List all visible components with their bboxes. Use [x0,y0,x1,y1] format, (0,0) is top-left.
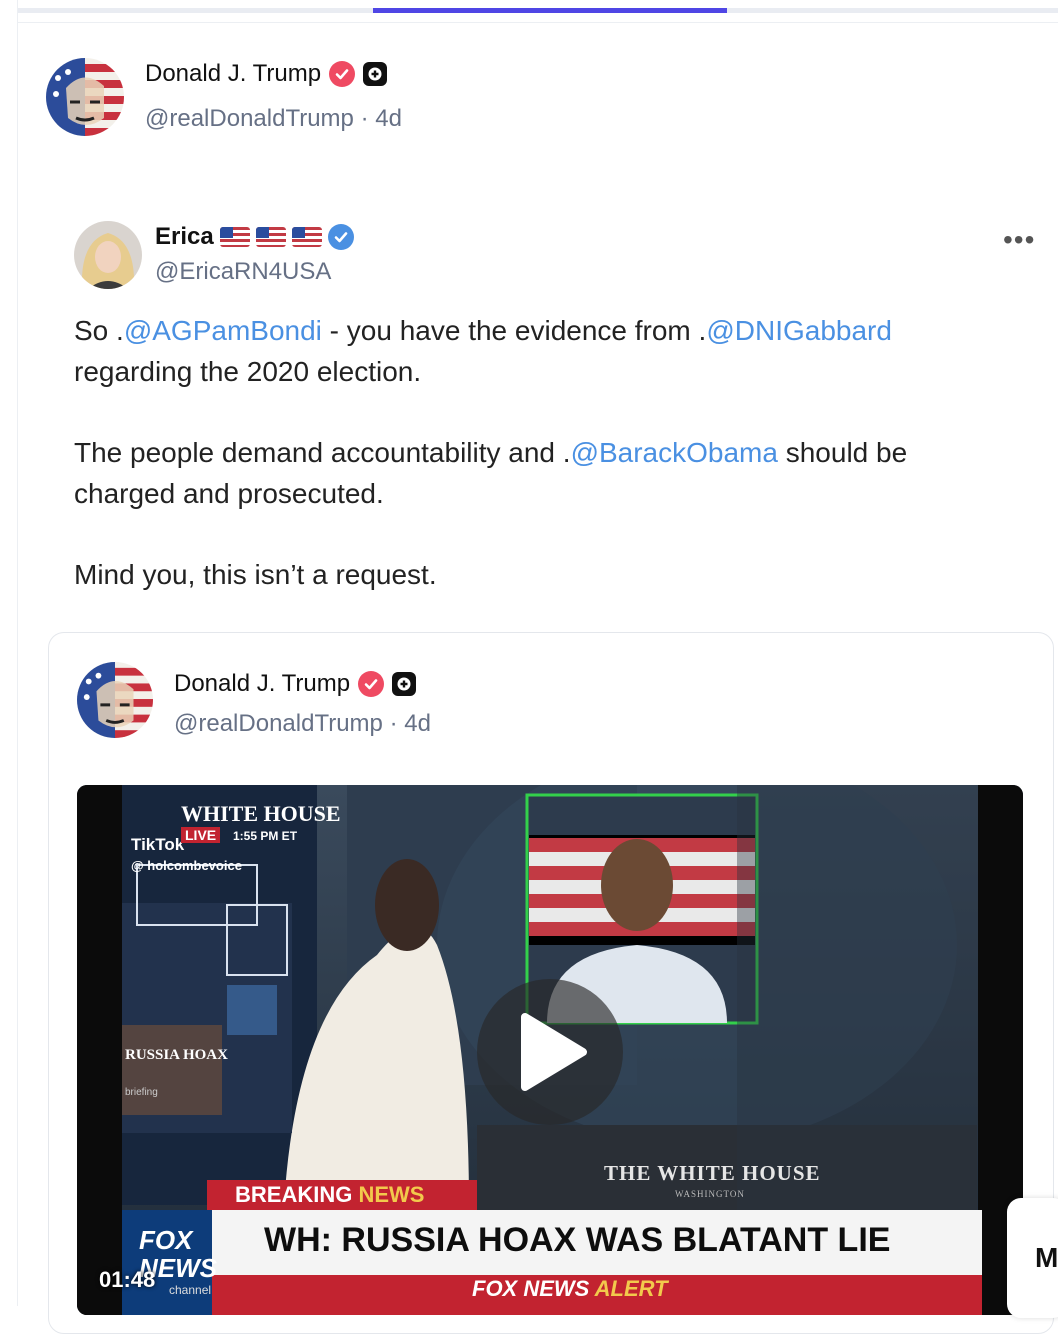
plus-badge-icon [392,672,417,696]
video-duration: 01:48 [99,1267,156,1292]
video-breaking-label: BREAKING NEWS [235,1182,424,1208]
video-alert-label: FOX NEWS ALERT [472,1276,668,1302]
video-alert-a: FOX NEWS [472,1276,590,1301]
us-flag-icon [291,227,322,247]
author-handle[interactable]: @realDonaldTrump [145,105,354,132]
video-tiktok-user: @ holcombevoice [131,858,242,873]
tweet-text-segment: Mind you, this isn’t a request. [74,559,437,590]
author-handle-line: @realDonaldTrump · 4d [145,105,402,133]
us-flag-icon [219,227,250,247]
separator-dot: · [389,710,405,737]
video-board-label: RUSSIA HOAX [125,1047,228,1063]
scroll-progress-fill [373,8,727,13]
separator-dot: · [360,105,376,132]
play-button[interactable] [477,979,623,1125]
video-breaking: BREAKING [235,1182,353,1207]
video-live-tag: LIVE [181,827,221,843]
mention-link[interactable]: @DNIGabbard [706,315,892,346]
embedded-author-handle[interactable]: @realDonaldTrump [174,710,383,737]
video-tiktok-logo: TikTok [131,835,185,854]
video-time-tag: 1:55 PM ET [233,829,298,843]
video-player[interactable]: FOX NEWS channel TikTok @ holcombevoice … [77,785,1023,1315]
quote-author-avatar[interactable] [74,221,142,289]
video-channel: channel [169,1283,212,1297]
video-podium-text: THE WHITE HOUSE [604,1161,821,1185]
tweet-paragraph: Mind you, this isn’t a request. [74,554,1004,595]
tweet-text-segment: The people demand accountability and . [74,437,571,468]
video-banner-top: WHITE HOUSE [181,801,341,826]
mention-link[interactable]: @BarackObama [571,437,778,468]
embedded-author-handle-line: @realDonaldTrump · 4d [174,710,431,738]
tweet-paragraph: So .@AGPamBondi - you have the evidence … [74,310,1004,392]
quote-author-name[interactable]: Erica [155,223,214,251]
tweet-paragraph: The people demand accountability and .@B… [74,432,1004,514]
quote-tweet-text: So .@AGPamBondi - you have the evidence … [74,310,1004,635]
author-name-row: Donald J. Trump [145,60,388,88]
tweet-text-segment: regarding the 2020 election. [74,356,422,387]
quote-author-handle[interactable]: @EricaRN4USA [155,258,331,286]
video-headline: WH: RUSSIA HOAX WAS BLATANT LIE [264,1221,891,1259]
side-button-letter: M [1035,1242,1058,1273]
play-icon [521,1013,587,1091]
plus-badge-icon [363,62,388,86]
side-floating-button[interactable]: M [1007,1198,1058,1318]
embedded-author-avatar[interactable] [77,662,153,738]
embedded-post-time[interactable]: 4d [404,710,431,737]
embedded-author-name-row: Donald J. Trump [174,670,417,698]
divider [18,22,1058,23]
video-podium-sub: WASHINGTON [675,1189,745,1199]
author-avatar[interactable] [46,58,124,136]
video-alert-b: ALERT [594,1276,668,1301]
video-news: NEWS [358,1182,425,1207]
more-options-button[interactable]: ••• [1003,224,1035,256]
post-time[interactable]: 4d [375,105,402,132]
verified-badge-icon [327,224,354,250]
page-left-border [17,0,18,1306]
video-board-sub: briefing [125,1087,158,1098]
video-network-top: FOX [139,1225,193,1255]
us-flag-icon [255,227,286,247]
author-name[interactable]: Donald J. Trump [145,60,321,88]
tweet-text-segment: - you have the evidence from . [321,315,707,346]
tweet-text-segment: So . [74,315,124,346]
verified-badge-icon [329,61,356,87]
mention-link[interactable]: @AGPamBondi [124,315,322,346]
verified-badge-icon [358,671,385,697]
quote-author-name-row: Erica [155,223,354,251]
embedded-author-name[interactable]: Donald J. Trump [174,670,350,698]
